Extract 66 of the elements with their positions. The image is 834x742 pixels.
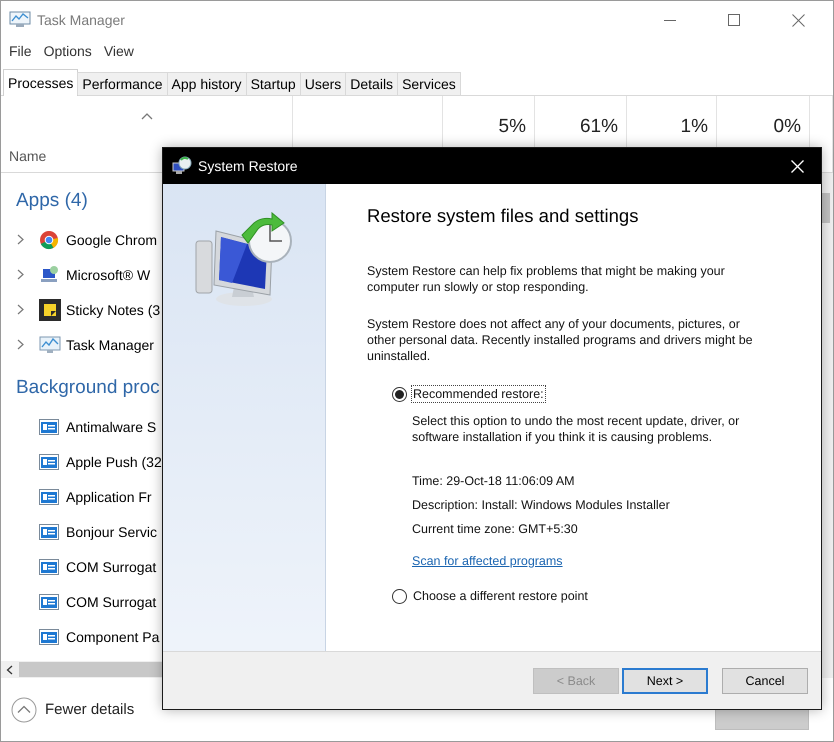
restore-icon bbox=[172, 156, 192, 176]
usage-percent[interactable]: 0% bbox=[774, 116, 801, 137]
expand-chevron-icon[interactable] bbox=[16, 339, 24, 350]
maximize-icon[interactable] bbox=[728, 14, 740, 26]
process-name: Google Chrom bbox=[66, 232, 158, 248]
expand-chevron-icon[interactable] bbox=[16, 269, 24, 280]
tab[interactable]: Performance bbox=[77, 72, 168, 95]
dialog-button[interactable]: Next > bbox=[622, 668, 708, 694]
dialog-heading: Restore system files and settings bbox=[367, 204, 640, 228]
fewer-details-link[interactable]: Fewer details bbox=[45, 701, 134, 718]
group-heading: Background proc bbox=[16, 376, 160, 398]
process-name: Task Manager bbox=[66, 336, 154, 352]
tab[interactable]: Details bbox=[345, 72, 398, 95]
window-icon bbox=[39, 454, 59, 470]
tab[interactable]: Processes bbox=[3, 69, 78, 96]
radio-label[interactable]: Choose a different restore point bbox=[411, 587, 590, 605]
menu-item[interactable]: Options bbox=[44, 43, 92, 59]
tab[interactable]: App history bbox=[166, 72, 247, 95]
window-icon bbox=[39, 558, 59, 574]
collapse-icon[interactable] bbox=[11, 696, 37, 722]
menu-item[interactable]: File bbox=[9, 43, 32, 59]
expand-chevron-icon[interactable] bbox=[16, 234, 24, 245]
description-text: System Restore does not affect any of your documents, pictures, or other personal data. Recently installed programs and drivers might be uninstalled. bbox=[367, 316, 754, 364]
description-text: System Restore can help fix problems that might be making your computer run slowly or stop responding. bbox=[367, 263, 726, 295]
window-title: Task Manager bbox=[37, 12, 126, 28]
option-description: Select this option to undo the most recent update, driver, or software installation if you think it is causing problems. bbox=[412, 413, 740, 445]
tab[interactable]: Services bbox=[397, 72, 461, 95]
window-icon bbox=[39, 418, 59, 434]
expand-chevron-icon[interactable] bbox=[16, 304, 24, 315]
radio-label[interactable]: Recommended restore: bbox=[411, 385, 546, 403]
process-name: Application Fr bbox=[66, 488, 152, 504]
dialog-title: System Restore bbox=[198, 158, 299, 174]
restore-point-detail: Description: Install: Windows Modules Installer bbox=[412, 497, 671, 513]
restore-point-detail: Time: 29-Oct-18 11:06:09 AM bbox=[412, 473, 576, 489]
window-icon bbox=[39, 524, 59, 540]
process-name: Microsoft® W bbox=[66, 266, 150, 282]
process-name: Bonjour Servic bbox=[66, 524, 158, 540]
process-name: Antimalware S bbox=[66, 418, 156, 434]
sort-caret-icon[interactable] bbox=[140, 112, 152, 120]
tab[interactable]: Users bbox=[300, 72, 346, 95]
usage-percent[interactable]: 61% bbox=[580, 116, 618, 137]
window-icon bbox=[39, 488, 59, 504]
process-name: Sticky Notes (3 bbox=[66, 302, 160, 318]
browser-icon bbox=[39, 230, 59, 250]
radio-button[interactable] bbox=[392, 588, 407, 604]
process-name: COM Surrogat bbox=[66, 558, 156, 574]
group-heading: Apps (4) bbox=[16, 190, 88, 212]
tab[interactable]: Startup bbox=[246, 72, 301, 95]
computer-icon bbox=[39, 264, 59, 284]
menu-item[interactable]: View bbox=[104, 43, 134, 59]
process-name: Component Pa bbox=[66, 628, 160, 644]
window-icon bbox=[39, 594, 59, 610]
scroll-left-icon[interactable] bbox=[6, 664, 13, 674]
app-icon bbox=[9, 11, 31, 29]
sticky-note-icon bbox=[39, 298, 61, 320]
usage-percent[interactable]: 5% bbox=[498, 116, 526, 137]
usage-percent[interactable]: 1% bbox=[680, 116, 708, 137]
radio-button[interactable] bbox=[392, 386, 407, 402]
scan-link[interactable]: Scan for affected programs bbox=[412, 553, 563, 569]
dialog-button[interactable]: Cancel bbox=[722, 668, 808, 694]
window-icon bbox=[39, 628, 59, 644]
process-name: COM Surrogat bbox=[66, 594, 156, 610]
restore-point-detail: Current time zone: GMT+5:30 bbox=[412, 521, 579, 537]
process-name: Apple Push (32 bbox=[66, 454, 162, 470]
column-header[interactable]: Name bbox=[9, 148, 46, 164]
monitor-chart-icon bbox=[39, 334, 61, 354]
